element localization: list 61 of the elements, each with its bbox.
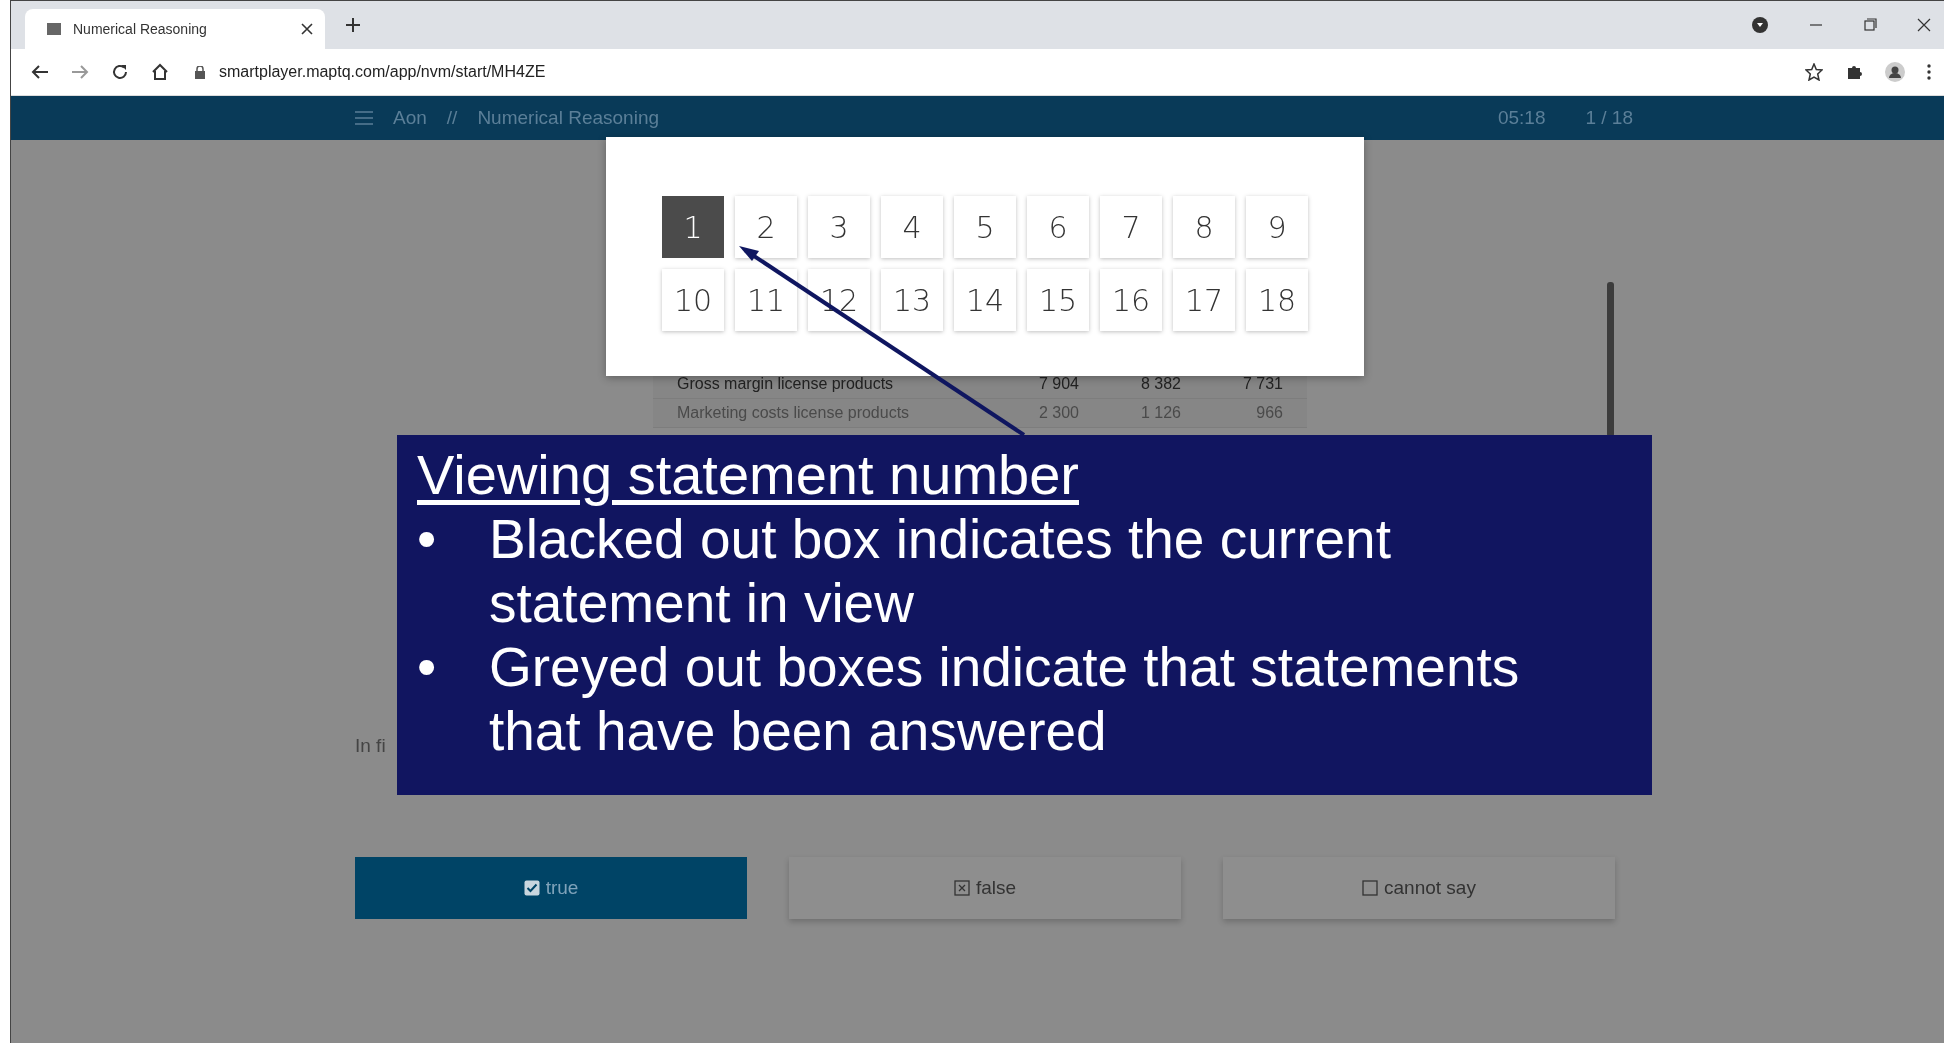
profile-icon[interactable] [1885, 62, 1905, 82]
answer-button[interactable]: false [789, 857, 1181, 919]
menu-icon[interactable] [1927, 64, 1931, 80]
close-icon[interactable] [1917, 18, 1931, 32]
statement-number-button[interactable]: 3 [808, 196, 870, 258]
statement-number-button[interactable]: 9 [1246, 196, 1308, 258]
lock-icon [195, 65, 205, 79]
bullet-text: Greyed out boxes indicate that statements that have been answered [489, 635, 1521, 763]
answer-button[interactable]: true [355, 857, 747, 919]
statement-number-button[interactable]: 7 [1100, 196, 1162, 258]
home-icon[interactable] [151, 63, 169, 81]
table-cell-text: 7 904 [1037, 375, 1080, 393]
reload-icon[interactable] [111, 63, 129, 81]
maximize-icon[interactable] [1863, 18, 1877, 32]
statement-number-button[interactable]: 17 [1173, 269, 1235, 331]
statement-number-button[interactable]: 5 [954, 196, 1016, 258]
statement-number-button[interactable]: 6 [1027, 196, 1089, 258]
table-cell-text: 2 300 [1037, 404, 1080, 422]
table-cell-text: 966 [1255, 404, 1284, 422]
breadcrumb-separator: // [446, 107, 458, 129]
media-icon[interactable] [1751, 16, 1769, 34]
table-cell-text: 8 382 [1139, 375, 1182, 393]
scrollbar[interactable] [1607, 282, 1614, 437]
bullet-marker: • [417, 507, 438, 572]
star-icon[interactable] [1805, 63, 1823, 81]
statement-number-button[interactable]: 13 [881, 269, 943, 331]
brand-name: Aon [393, 107, 427, 129]
statement-number-button[interactable]: 1 [662, 196, 724, 258]
statement-number-button[interactable]: 11 [735, 269, 797, 331]
table-cell-text: 1 126 [1139, 404, 1182, 422]
answer-button[interactable]: cannot say [1223, 857, 1615, 919]
statement-number-button[interactable]: 14 [954, 269, 1016, 331]
crossed-box-icon [953, 880, 970, 896]
back-icon[interactable] [31, 64, 49, 80]
empty-box-icon [1362, 880, 1379, 896]
table-cell-text: 7 731 [1241, 375, 1284, 393]
forward-icon[interactable] [71, 64, 89, 80]
tab-title: Numerical Reasoning [73, 21, 208, 37]
callout-heading: Viewing statement number [417, 443, 1080, 507]
close-icon[interactable] [301, 23, 313, 35]
statement-number-button[interactable]: 10 [662, 269, 724, 331]
new-tab-icon[interactable] [345, 17, 361, 33]
browser-tab[interactable]: Numerical Reasoning [25, 9, 325, 49]
statement-number-button[interactable]: 8 [1173, 196, 1235, 258]
puzzle-icon[interactable] [1845, 63, 1863, 81]
address-field[interactable]: smartplayer.maptq.com/app/nvm/start/MH4ZE [191, 55, 1783, 89]
app-title: Numerical Reasoning [477, 107, 660, 129]
table-cell-text: Gross margin license products [676, 375, 895, 393]
checked-box-icon [523, 880, 540, 896]
table-cell-text: Marketing costs license products [676, 404, 911, 422]
bullet-text: Blacked out box indicates the current statement in view [489, 507, 1392, 635]
page-icon [47, 23, 61, 35]
progress-counter: 1 / 18 [1585, 107, 1633, 129]
timer: 05:18 [1497, 107, 1546, 129]
question-text: In fi [355, 735, 386, 757]
statement-number-button[interactable]: 15 [1027, 269, 1089, 331]
statement-number-button[interactable]: 2 [735, 196, 797, 258]
statement-number-button[interactable]: 18 [1246, 269, 1308, 331]
statement-number-button[interactable]: 16 [1100, 269, 1162, 331]
statement-number-button[interactable]: 4 [881, 196, 943, 258]
bullet-marker: • [417, 635, 438, 700]
